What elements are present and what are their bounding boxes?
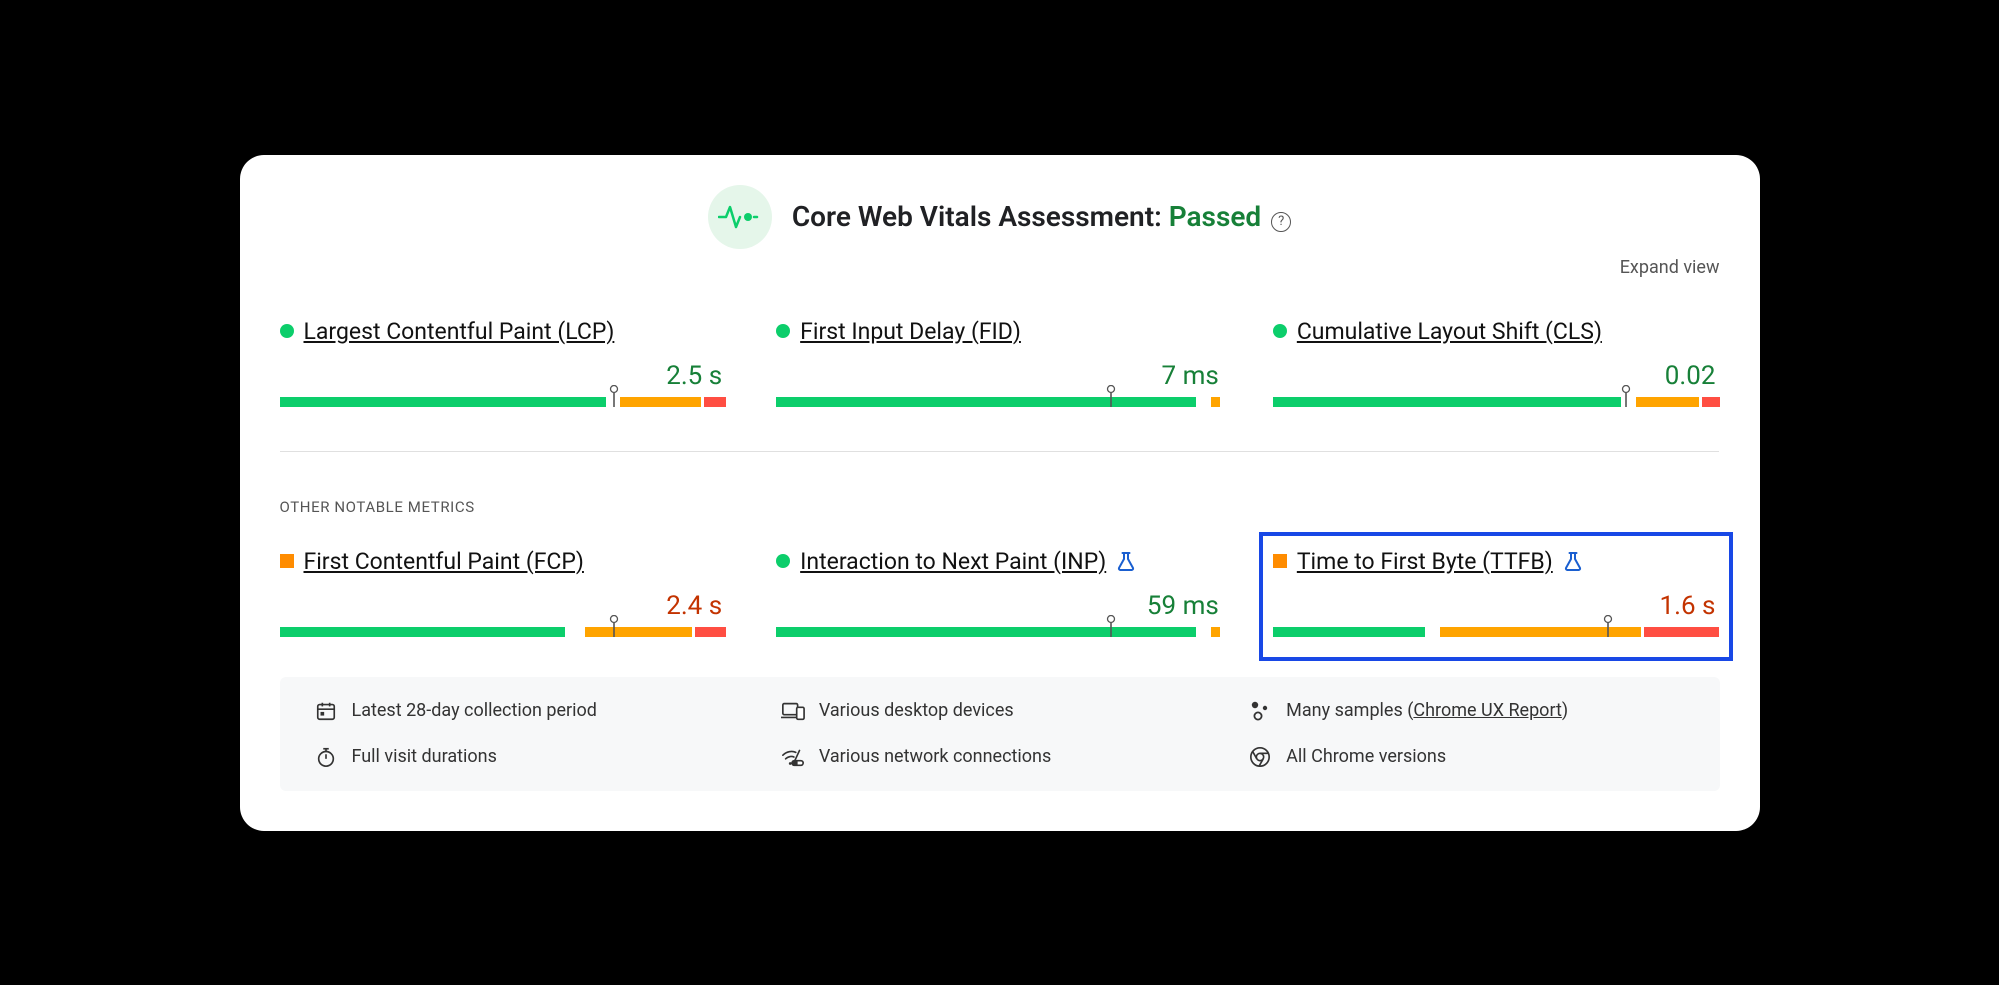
scatter-icon <box>1248 699 1272 723</box>
devices-icon <box>781 699 805 723</box>
footer-chrome: All Chrome versions <box>1248 745 1685 769</box>
footer-text: Many samples (Chrome UX Report) <box>1286 700 1568 721</box>
metric-value: 7 ms <box>776 361 1223 391</box>
status-square-icon <box>1273 554 1287 568</box>
metric-value: 0.02 <box>1273 361 1720 391</box>
calendar-icon <box>314 699 338 723</box>
footer-text: Full visit durations <box>352 746 497 767</box>
distribution-bar <box>1273 627 1720 637</box>
status-dot-icon <box>1273 324 1287 338</box>
distribution-bar <box>1273 397 1720 407</box>
metric-name-link[interactable]: Cumulative Layout Shift (CLS) <box>1297 318 1602 345</box>
metric-name-link[interactable]: Time to First Byte (TTFB) <box>1297 548 1553 575</box>
distribution-bar <box>280 627 727 637</box>
metric-inp[interactable]: Interaction to Next Paint (INP) 59 ms <box>776 548 1223 637</box>
footer-network: Various network connections <box>781 745 1218 769</box>
metric-name-link[interactable]: First Contentful Paint (FCP) <box>304 548 584 575</box>
footer-samples: Many samples (Chrome UX Report) <box>1248 699 1685 723</box>
help-icon[interactable]: ? <box>1271 212 1291 232</box>
metrics-grid: Largest Contentful Paint (LCP) 2.5 s Fir… <box>280 318 1720 637</box>
status-dot-icon <box>776 554 790 568</box>
distribution-bar <box>776 627 1223 637</box>
status-dot-icon <box>776 324 790 338</box>
network-check-icon <box>781 745 805 769</box>
assessment-title: Core Web Vitals Assessment: Passed ? <box>792 200 1291 233</box>
experimental-flask-icon <box>1116 551 1136 571</box>
expand-view-link[interactable]: Expand view <box>280 257 1720 278</box>
metric-fcp[interactable]: First Contentful Paint (FCP) 2.4 s <box>280 548 727 637</box>
stopwatch-icon <box>314 745 338 769</box>
footer-metadata: Latest 28-day collection period Various … <box>280 677 1720 791</box>
pulse-icon <box>708 185 772 249</box>
status-dot-icon <box>280 324 294 338</box>
metric-ttfb[interactable]: Time to First Byte (TTFB) 1.6 s <box>1273 548 1720 637</box>
assessment-header: Core Web Vitals Assessment: Passed ? <box>280 185 1720 249</box>
footer-collection: Latest 28-day collection period <box>314 699 751 723</box>
distribution-bar <box>776 397 1223 407</box>
footer-text: Various desktop devices <box>819 700 1014 721</box>
metric-name-link[interactable]: Largest Contentful Paint (LCP) <box>304 318 615 345</box>
metric-name-link[interactable]: Interaction to Next Paint (INP) <box>800 548 1106 575</box>
metric-fid[interactable]: First Input Delay (FID) 7 ms <box>776 318 1223 407</box>
other-metrics-label: OTHER NOTABLE METRICS <box>280 498 1720 516</box>
vitals-card: Core Web Vitals Assessment: Passed ? Exp… <box>240 155 1760 831</box>
footer-durations: Full visit durations <box>314 745 751 769</box>
metric-value: 2.4 s <box>280 591 727 621</box>
chrome-ux-report-link[interactable]: Chrome UX Report <box>1413 700 1561 721</box>
distribution-bar <box>280 397 727 407</box>
chrome-icon <box>1248 745 1272 769</box>
experimental-flask-icon <box>1563 551 1583 571</box>
footer-text: Various network connections <box>819 746 1051 767</box>
status-square-icon <box>280 554 294 568</box>
metric-name-link[interactable]: First Input Delay (FID) <box>800 318 1021 345</box>
footer-text: All Chrome versions <box>1286 746 1446 767</box>
metric-cls[interactable]: Cumulative Layout Shift (CLS) 0.02 <box>1273 318 1720 407</box>
title-status: Passed <box>1169 200 1261 233</box>
footer-text: Latest 28-day collection period <box>352 700 597 721</box>
metric-value: 1.6 s <box>1273 591 1720 621</box>
divider <box>280 451 1720 452</box>
metric-lcp[interactable]: Largest Contentful Paint (LCP) 2.5 s <box>280 318 727 407</box>
metric-value: 59 ms <box>776 591 1223 621</box>
title-prefix: Core Web Vitals Assessment: <box>792 200 1169 233</box>
metric-value: 2.5 s <box>280 361 727 391</box>
footer-devices: Various desktop devices <box>781 699 1218 723</box>
